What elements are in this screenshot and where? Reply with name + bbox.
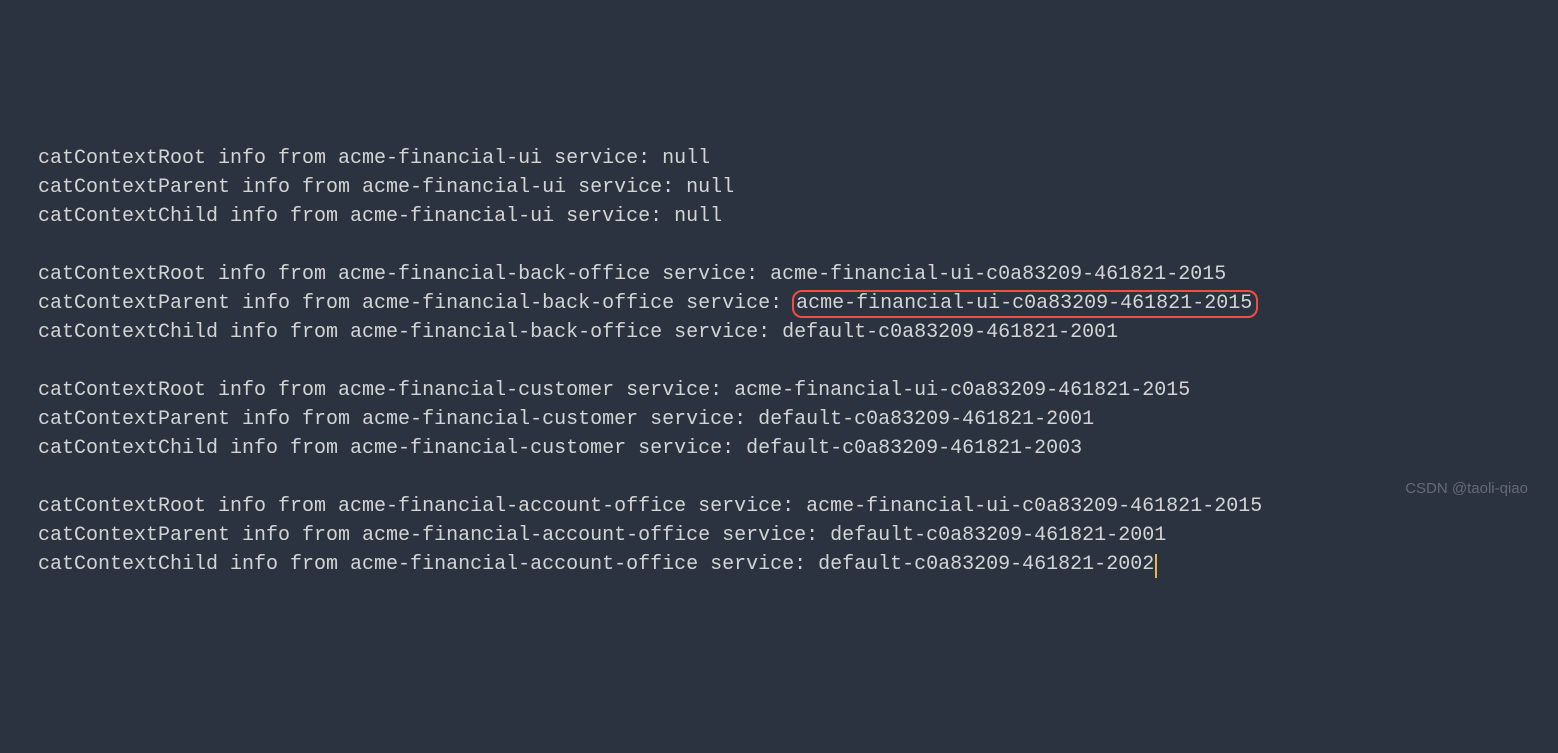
log-prefix: catContextChild info from acme-financial…: [38, 205, 674, 228]
log-value: acme-financial-ui-c0a83209-461821-2015: [806, 495, 1262, 518]
log-value: null: [686, 176, 734, 199]
log-prefix: catContextParent info from acme-financia…: [38, 176, 686, 199]
log-line: catContextChild info from acme-financial…: [38, 202, 1558, 231]
log-value: default-c0a83209-461821-2003: [746, 437, 1082, 460]
log-line: catContextParent info from acme-financia…: [38, 289, 1558, 318]
log-prefix: catContextParent info from acme-financia…: [38, 524, 830, 547]
log-value: default-c0a83209-461821-2001: [830, 524, 1166, 547]
log-prefix: catContextRoot info from acme-financial-…: [38, 379, 734, 402]
log-value: default-c0a83209-461821-2001: [782, 321, 1118, 344]
log-prefix: catContextChild info from acme-financial…: [38, 553, 818, 576]
log-prefix: catContextRoot info from acme-financial-…: [38, 495, 806, 518]
log-value: acme-financial-ui-c0a83209-461821-2015: [770, 263, 1226, 286]
log-block: catContextRoot info from acme-financial-…: [38, 260, 1558, 347]
log-block: catContextRoot info from acme-financial-…: [38, 144, 1558, 231]
log-line: catContextChild info from acme-financial…: [38, 434, 1558, 463]
text-cursor: [1155, 554, 1157, 578]
log-line: catContextRoot info from acme-financial-…: [38, 492, 1558, 521]
log-line: catContextParent info from acme-financia…: [38, 405, 1558, 434]
log-line: catContextParent info from acme-financia…: [38, 173, 1558, 202]
log-prefix: catContextRoot info from acme-financial-…: [38, 263, 770, 286]
log-prefix: catContextChild info from acme-financial…: [38, 437, 746, 460]
watermark: CSDN @taoli-qiao: [1405, 478, 1528, 500]
log-value: acme-financial-ui-c0a83209-461821-2015: [734, 379, 1190, 402]
log-line: catContextChild info from acme-financial…: [38, 550, 1558, 579]
log-prefix: catContextParent info from acme-financia…: [38, 408, 758, 431]
log-value: null: [662, 147, 710, 170]
log-line: catContextRoot info from acme-financial-…: [38, 260, 1558, 289]
log-line: catContextParent info from acme-financia…: [38, 521, 1558, 550]
log-line: catContextRoot info from acme-financial-…: [38, 376, 1558, 405]
log-block: catContextRoot info from acme-financial-…: [38, 376, 1558, 463]
log-prefix: catContextChild info from acme-financial…: [38, 321, 782, 344]
log-value-highlighted: acme-financial-ui-c0a83209-461821-2015: [792, 290, 1258, 318]
log-value: null: [674, 205, 722, 228]
log-line: catContextChild info from acme-financial…: [38, 318, 1558, 347]
log-value: default-c0a83209-461821-2001: [758, 408, 1094, 431]
log-prefix: catContextRoot info from acme-financial-…: [38, 147, 662, 170]
log-block: catContextRoot info from acme-financial-…: [38, 492, 1558, 579]
log-output: catContextRoot info from acme-financial-…: [38, 144, 1558, 579]
log-line: catContextRoot info from acme-financial-…: [38, 144, 1558, 173]
log-value: default-c0a83209-461821-2002: [818, 553, 1154, 576]
log-prefix: catContextParent info from acme-financia…: [38, 292, 794, 315]
